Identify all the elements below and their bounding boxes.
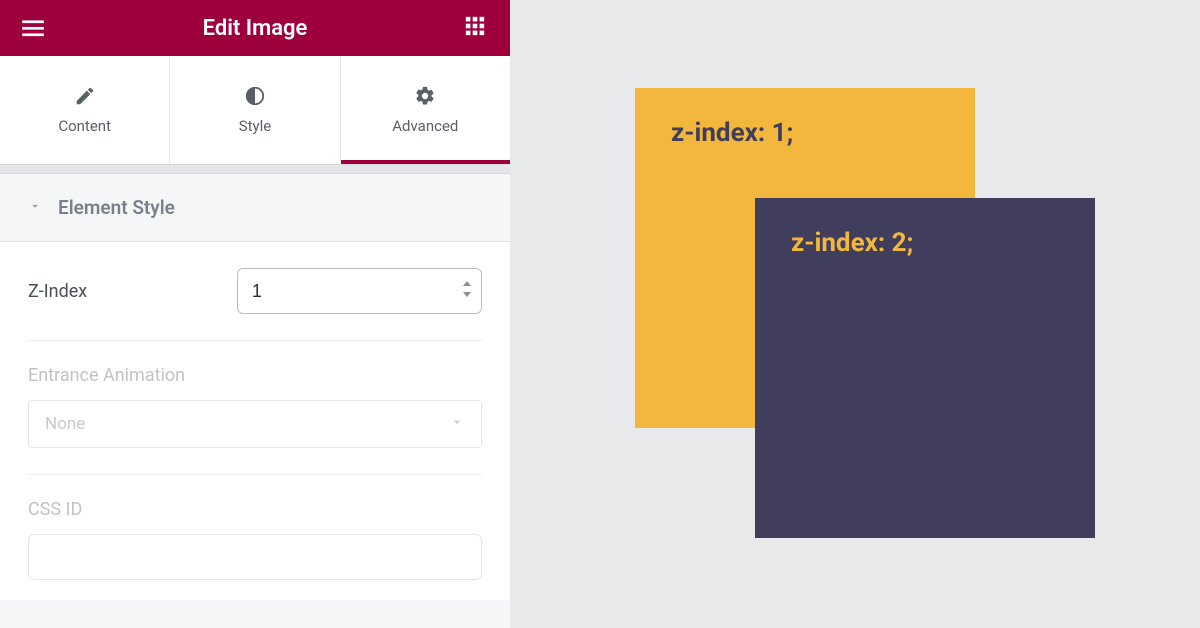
field-zindex: Z-Index	[28, 242, 482, 341]
spinner-icon[interactable]	[462, 281, 472, 301]
tab-label: Advanced	[392, 117, 458, 135]
field-entrance: Entrance Animation None	[28, 341, 482, 475]
menu-icon[interactable]	[20, 15, 46, 41]
panel-title: Edit Image	[0, 16, 510, 41]
pencil-icon	[74, 85, 96, 107]
chevron-down-icon	[449, 414, 465, 435]
box1-label: z-index: 1;	[671, 118, 939, 148]
preview-area: z-index: 1; z-index: 2;	[510, 0, 1200, 628]
tab-advanced[interactable]: Advanced	[341, 56, 510, 164]
box2-label: z-index: 2;	[791, 228, 1059, 258]
zindex-label: Z-Index	[28, 281, 237, 302]
tab-style[interactable]: Style	[170, 56, 340, 164]
gear-icon	[414, 85, 436, 107]
tabs: Content Style Advanced	[0, 56, 510, 164]
tab-label: Style	[239, 117, 272, 135]
tab-content[interactable]: Content	[0, 56, 170, 164]
panel-header: Edit Image	[0, 0, 510, 56]
contrast-icon	[244, 85, 266, 107]
entrance-value: None	[45, 414, 85, 434]
entrance-label: Entrance Animation	[28, 365, 482, 386]
editor-panel: Edit Image Content Style Advan	[0, 0, 510, 628]
cssid-input[interactable]	[28, 534, 482, 580]
section-body: Z-Index Entrance Animation None CSS ID	[0, 242, 510, 600]
spacer	[0, 164, 510, 174]
caret-down-icon	[28, 198, 42, 217]
entrance-select[interactable]: None	[28, 400, 482, 448]
zindex-control	[237, 268, 482, 314]
field-cssid: CSS ID	[28, 475, 482, 580]
tab-label: Content	[58, 117, 111, 135]
section-title: Element Style	[58, 196, 175, 219]
preview-box-2: z-index: 2;	[755, 198, 1095, 538]
section-header[interactable]: Element Style	[0, 174, 510, 242]
cssid-label: CSS ID	[28, 499, 482, 520]
zindex-input[interactable]	[237, 268, 482, 314]
apps-icon[interactable]	[464, 15, 490, 41]
